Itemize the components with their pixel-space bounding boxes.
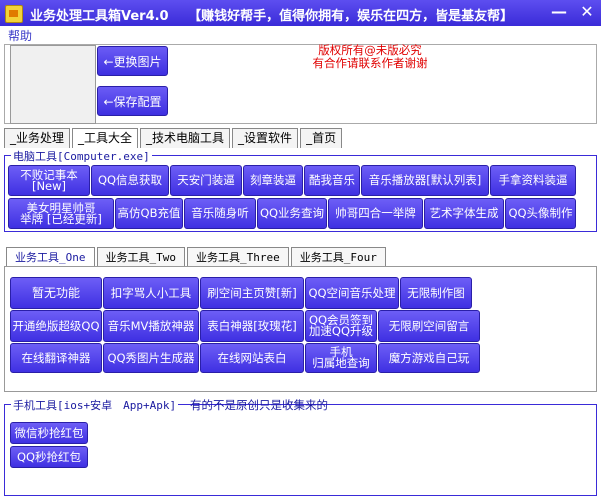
biz-qq-vip-signin-button[interactable]: QQ会员签到 加速QQ升级 bbox=[305, 310, 377, 342]
copyright-line-2: 有合作请联系作者谢谢 bbox=[312, 56, 428, 70]
minimize-button[interactable]: — bbox=[548, 2, 570, 22]
tool-notepad-button[interactable]: 不败记事本 [New] bbox=[8, 165, 90, 196]
tool-qq-avatar-button[interactable]: QQ头像制作 bbox=[505, 198, 576, 229]
tab-business-four[interactable]: 业务工具_Four bbox=[290, 247, 386, 267]
menu-bar: 帮助 bbox=[0, 26, 601, 44]
wechat-red-packet-button[interactable]: 微信秒抢红包 bbox=[10, 422, 88, 444]
save-config-button[interactable]: ←保存配置 bbox=[97, 86, 168, 116]
tab-tech-tools[interactable]: _技术电脑工具 bbox=[140, 128, 231, 148]
biz-music-mv-button[interactable]: 音乐MV播放神器 bbox=[103, 310, 199, 342]
biz-no-function-button[interactable]: 暂无功能 bbox=[10, 277, 102, 309]
biz-curse-tool-button[interactable]: 扣字骂人小工具 bbox=[103, 277, 199, 309]
tab-business-one[interactable]: 业务工具_One bbox=[6, 247, 95, 267]
tool-kuwo-music-button[interactable]: 酷我音乐 bbox=[304, 165, 360, 196]
mobile-tools-title: 手机工具[ios+安卓 App+Apk] bbox=[11, 397, 179, 413]
computer-tools-title: 电脑工具[Computer.exe] bbox=[11, 148, 152, 164]
tab-home[interactable]: _首页 bbox=[300, 128, 343, 148]
tool-seal-button[interactable]: 刻章装逼 bbox=[243, 165, 303, 196]
biz-rubik-game-button[interactable]: 魔方游戏自己玩 bbox=[378, 343, 480, 373]
biz-qzone-like-button[interactable]: 刷空间主页赞[新] bbox=[200, 277, 304, 309]
biz-phone-location-button[interactable]: 手机 归属地查询 bbox=[305, 343, 377, 373]
tool-tiananmen-button[interactable]: 天安门装逼 bbox=[170, 165, 242, 196]
tool-qq-query-button[interactable]: QQ业务查询 bbox=[257, 198, 327, 229]
menu-help[interactable]: 帮助 bbox=[8, 27, 32, 44]
tool-art-font-button[interactable]: 艺术字体生成 bbox=[424, 198, 504, 229]
tool-qb-recharge-button[interactable]: 高仿QB充值 bbox=[115, 198, 183, 229]
biz-web-confession-button[interactable]: 在线网站表白 bbox=[200, 343, 304, 373]
biz-translate-button[interactable]: 在线翻译神器 bbox=[10, 343, 102, 373]
image-preview bbox=[10, 45, 96, 124]
tab-settings[interactable]: _设置软件 bbox=[232, 128, 299, 148]
tab-business[interactable]: _业务处理 bbox=[4, 128, 71, 148]
title-bar: 业务处理工具箱Ver4.0 【赚钱好帮手，值得你拥有，娱乐在四方，皆是基友帮】 … bbox=[0, 0, 601, 26]
biz-qzone-message-button[interactable]: 无限刷空间留言 bbox=[378, 310, 480, 342]
qq-red-packet-button[interactable]: QQ秒抢红包 bbox=[10, 446, 88, 468]
tool-celebrity-sign-button[interactable]: 美女明星帅哥 举牌 [已经更新] bbox=[8, 198, 114, 229]
main-tabs: _业务处理 _工具大全 _技术电脑工具 _设置软件 _首页 bbox=[4, 128, 344, 148]
biz-unlimited-image-button[interactable]: 无限制作图 bbox=[400, 277, 472, 309]
biz-confession-rose-button[interactable]: 表白神器[玫瑰花] bbox=[200, 310, 304, 342]
copyright-notice: 版权所有@未版必究 有合作请联系作者谢谢 bbox=[300, 44, 440, 70]
close-button[interactable]: ✕ bbox=[576, 2, 598, 22]
tab-business-three[interactable]: 业务工具_Three bbox=[187, 247, 289, 267]
biz-qzone-music-button[interactable]: QQ空间音乐处理 bbox=[305, 277, 399, 309]
tool-music-player-button[interactable]: 音乐播放器[默认列表] bbox=[361, 165, 489, 196]
tool-qq-info-button[interactable]: QQ信息获取 bbox=[91, 165, 169, 196]
biz-super-qq-button[interactable]: 开通绝版超级QQ bbox=[10, 310, 102, 342]
window-title: 业务处理工具箱Ver4.0 【赚钱好帮手，值得你拥有，娱乐在四方，皆是基友帮】 bbox=[30, 9, 514, 24]
tab-tools[interactable]: _工具大全 bbox=[72, 128, 139, 148]
app-icon bbox=[5, 5, 23, 23]
change-image-button[interactable]: ←更换图片 bbox=[97, 46, 168, 76]
business-tabs: 业务工具_One 业务工具_Two 业务工具_Three 业务工具_Four bbox=[6, 247, 388, 267]
tool-handsome-sign-button[interactable]: 帅哥四合一举牌 bbox=[328, 198, 423, 229]
tool-material-button[interactable]: 手拿资料装逼 bbox=[490, 165, 576, 196]
tool-music-walkman-button[interactable]: 音乐随身听 bbox=[184, 198, 256, 229]
tab-business-two[interactable]: 业务工具_Two bbox=[96, 247, 185, 267]
mobile-tools-note: 有的不是原创只是收集来的 bbox=[190, 398, 328, 412]
biz-qq-show-button[interactable]: QQ秀图片生成器 bbox=[103, 343, 199, 373]
mobile-tools-group: 手机工具[ios+安卓 App+Apk] bbox=[4, 397, 597, 496]
